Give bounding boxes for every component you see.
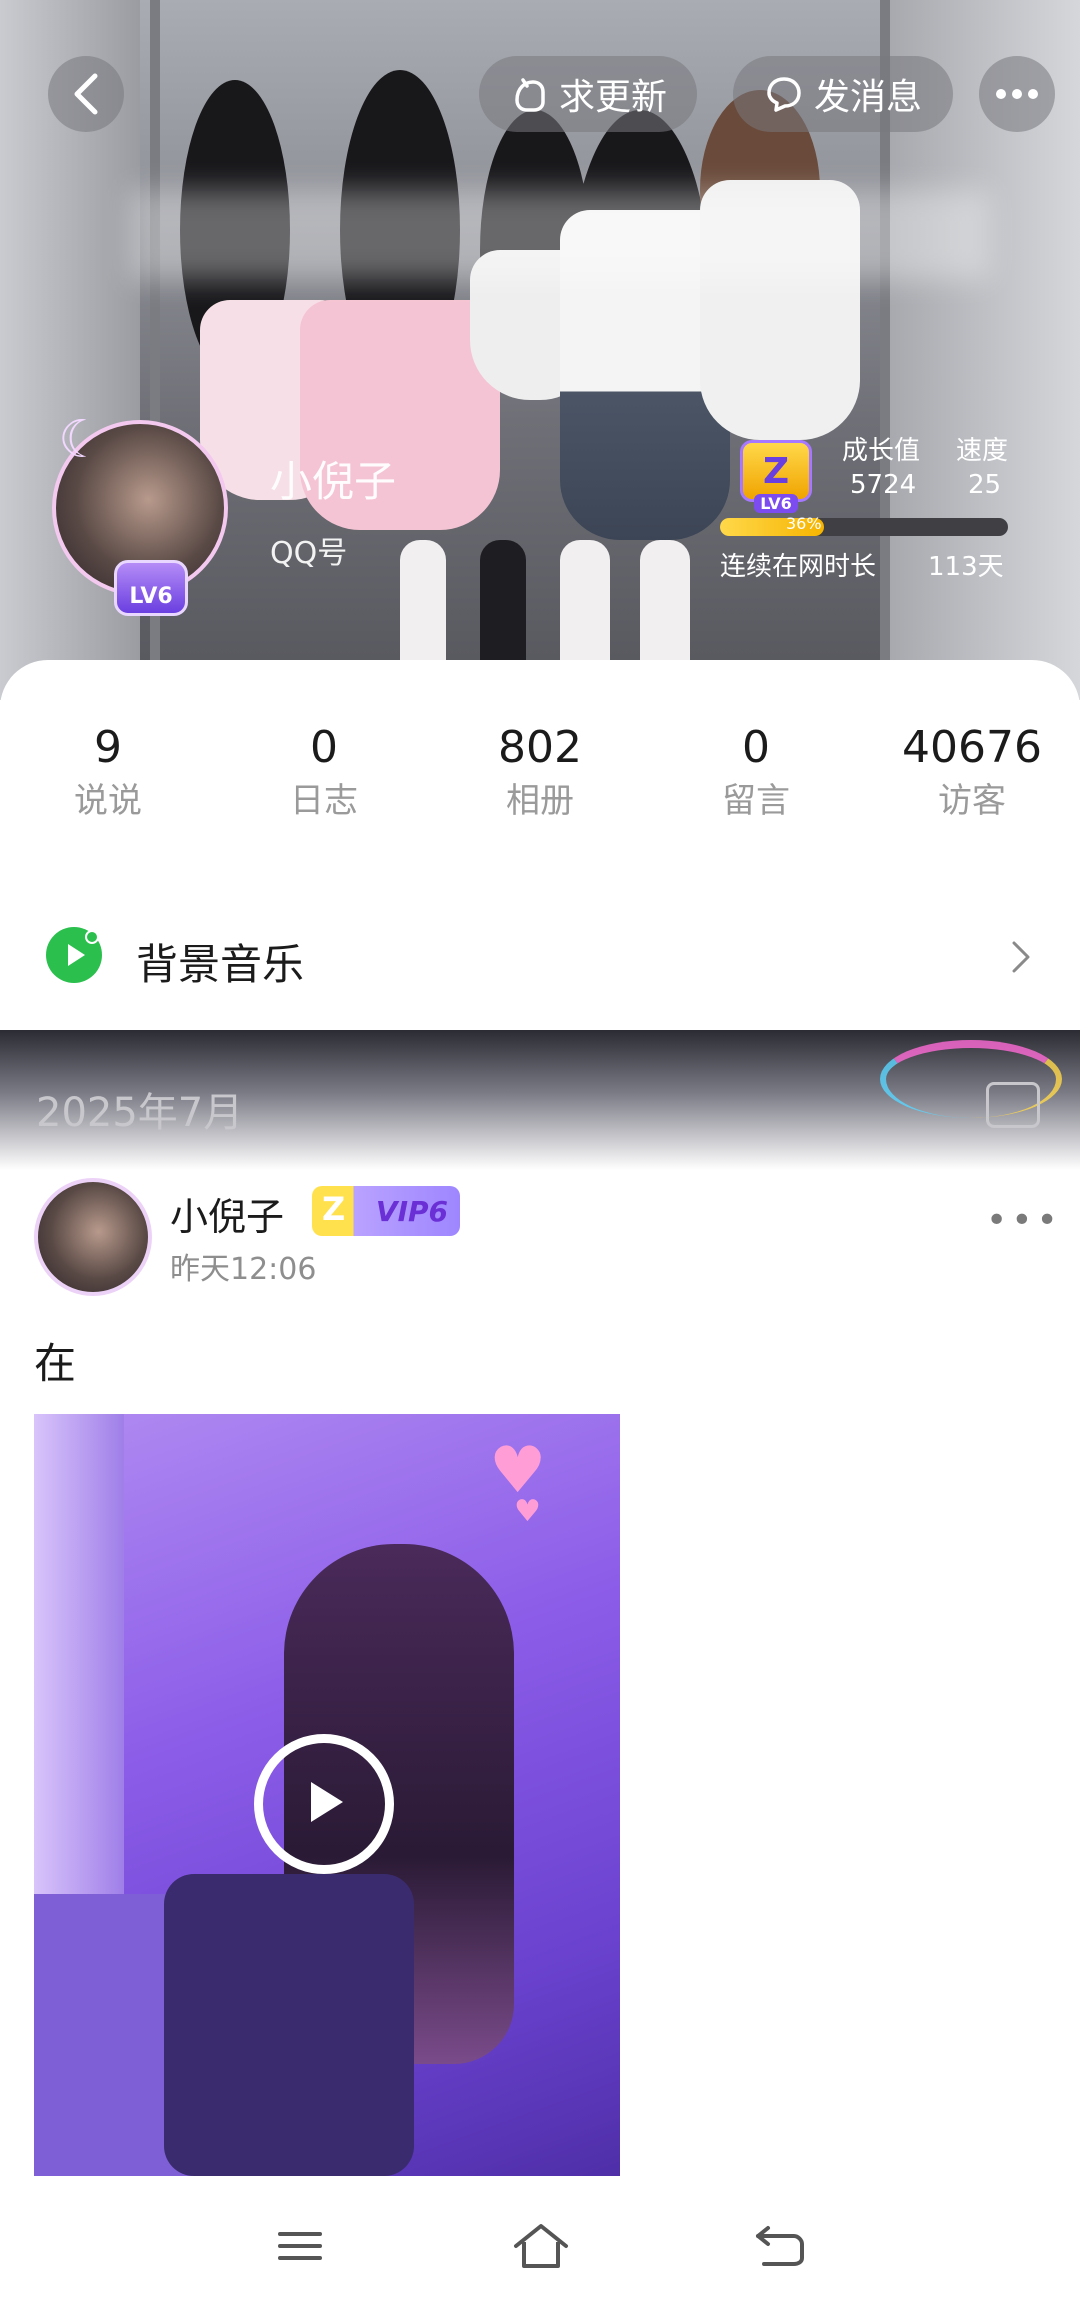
stat-label: 说说	[74, 781, 142, 821]
request-update-label: 求更新	[558, 77, 667, 118]
stat-blog[interactable]: 0 日志	[216, 720, 432, 826]
send-message-label: 发消息	[813, 77, 922, 118]
profile-name: 小倪子	[270, 457, 397, 506]
return-icon[interactable]	[754, 2222, 806, 2274]
post-text: 在	[34, 1339, 77, 1388]
stat-shuoshuo[interactable]: 9 说说	[0, 720, 216, 826]
heart-icon: ♥	[514, 1494, 541, 1529]
post-more-icon[interactable]: •••	[986, 1200, 1062, 1241]
stat-label: 留言	[722, 781, 790, 821]
home-icon[interactable]	[512, 2222, 570, 2276]
qq-number-label[interactable]: QQ号	[270, 528, 347, 572]
background-music-row[interactable]: 背景音乐	[0, 905, 1080, 1005]
growth-progress-bar	[720, 518, 1008, 536]
play-icon	[299, 1774, 349, 1834]
more-options-button[interactable]	[979, 56, 1055, 132]
vip-badge-text: VIP6	[375, 1194, 448, 1228]
stat-visitors[interactable]: 40676 访客	[864, 720, 1080, 826]
play-button[interactable]	[254, 1734, 394, 1874]
background-music-label: 背景音乐	[136, 940, 305, 989]
ellipsis-icon	[995, 88, 1039, 100]
moon-decoration-icon: ☾	[58, 410, 105, 470]
chevron-left-icon	[71, 72, 101, 116]
stat-label: 访客	[938, 781, 1006, 821]
post-author-avatar[interactable]	[34, 1178, 152, 1296]
back-button[interactable]	[48, 56, 124, 132]
calendar-icon[interactable]	[986, 1082, 1040, 1128]
online-duration-label: 连续在网时长	[720, 552, 877, 582]
avatar-level-badge: LV6	[114, 560, 188, 616]
stat-value: 0	[310, 722, 338, 773]
feed-month-label: 2025年7月	[36, 1090, 244, 1136]
chat-bubble-icon	[764, 74, 804, 114]
stats-row: 9 说说 0 日志 802 相册 0 留言 40676 访客	[0, 720, 1080, 830]
growth-progress-text: 36%	[786, 514, 822, 533]
chevron-right-icon	[1010, 939, 1032, 979]
stat-value: 40676	[902, 722, 1042, 773]
request-update-button[interactable]: 求更新	[479, 56, 697, 132]
growth-value: 5724	[850, 470, 917, 500]
profile-avatar-container[interactable]: ☾ LV6	[52, 410, 232, 616]
vip-level-text: LV6	[754, 494, 798, 513]
post-timestamp: 昨天12:06	[170, 1252, 317, 1287]
music-disc-icon	[46, 927, 102, 983]
speed-value: 25	[968, 470, 1002, 500]
vip-level-badge[interactable]: Z LV6	[740, 440, 812, 513]
hand-wave-icon	[509, 74, 549, 114]
z-logo-icon: Z	[762, 450, 790, 492]
growth-label: 成长值	[842, 436, 921, 466]
post-video-thumbnail[interactable]: ♥ ♥	[34, 1414, 620, 2176]
stat-value: 9	[94, 722, 122, 773]
online-duration-value: 113天	[928, 552, 1004, 582]
z-logo-icon: Z	[322, 1190, 346, 1228]
video-scene-chair	[164, 1874, 414, 2176]
speed-label: 速度	[956, 436, 1009, 466]
stat-value: 0	[742, 722, 770, 773]
profile-cover[interactable]: 求更新 发消息 ☾ LV6 小倪子 QQ号 Z LV6 成长值 速度 5724 …	[0, 0, 1080, 700]
cover-blur	[130, 190, 990, 280]
stat-label: 日志	[290, 781, 358, 821]
send-message-button[interactable]: 发消息	[733, 56, 953, 132]
stat-value: 802	[498, 722, 582, 773]
menu-icon[interactable]	[276, 2222, 324, 2274]
system-nav-bar	[0, 2196, 1080, 2300]
post-author-name[interactable]: 小倪子	[170, 1186, 284, 1241]
stat-label: 相册	[506, 781, 574, 821]
stat-messages[interactable]: 0 留言	[648, 720, 864, 826]
stat-album[interactable]: 802 相册	[432, 720, 648, 826]
